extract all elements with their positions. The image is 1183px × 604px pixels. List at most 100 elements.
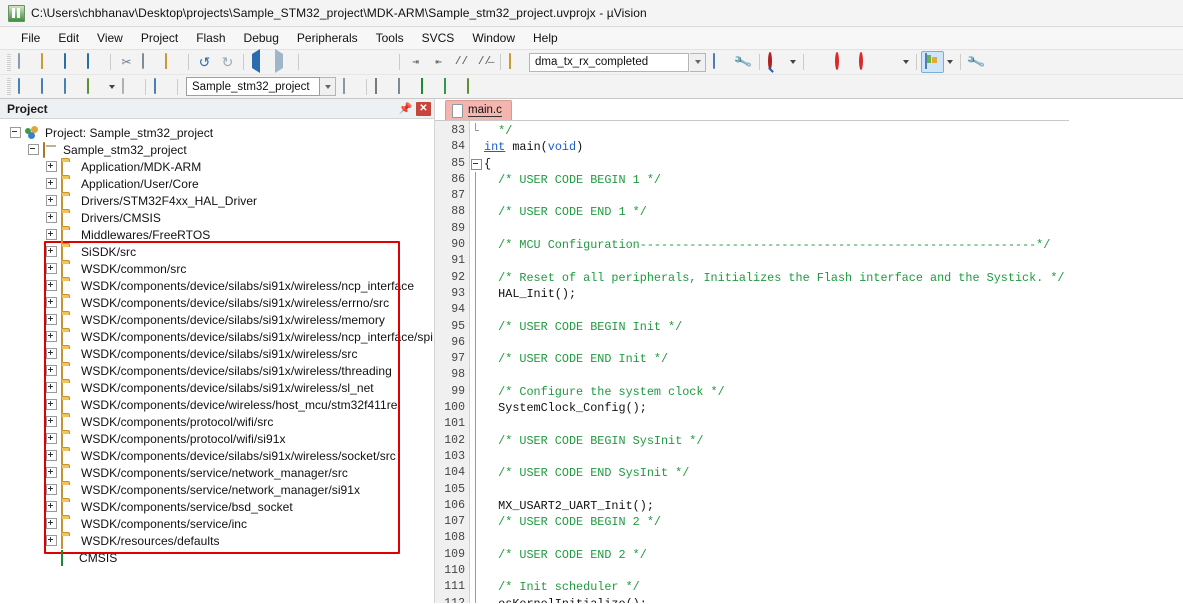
expand-icon[interactable] [46, 399, 57, 410]
menu-tools[interactable]: Tools [367, 28, 413, 48]
comment-icon[interactable]: // [450, 51, 473, 73]
expand-icon[interactable] [46, 518, 57, 529]
menu-help[interactable]: Help [524, 28, 567, 48]
start-debug-icon[interactable] [417, 76, 440, 98]
expand-icon[interactable] [46, 212, 57, 223]
pack-installer-icon[interactable] [463, 76, 486, 98]
expand-icon[interactable] [46, 314, 57, 325]
breakpoint-disable-icon[interactable] [831, 51, 854, 73]
tree-item[interactable]: WSDK/components/service/network_manager/… [0, 464, 434, 481]
target-select[interactable]: Sample_stm32_project [186, 77, 320, 96]
new-file-icon[interactable] [14, 51, 37, 73]
configure-icon[interactable]: 🔧 [732, 51, 755, 73]
bookmark-toggle-icon[interactable] [303, 51, 326, 73]
expand-icon[interactable] [46, 178, 57, 189]
menu-peripherals[interactable]: Peripherals [288, 28, 367, 48]
save-icon[interactable] [60, 51, 83, 73]
expand-icon[interactable] [46, 297, 57, 308]
tree-item[interactable]: CMSIS [0, 549, 434, 566]
tree-item[interactable]: WSDK/resources/defaults [0, 532, 434, 549]
code-fold-column[interactable] [470, 121, 484, 603]
code-area[interactable]: 8384858687888990919293949596979899100101… [435, 121, 1069, 603]
find-in-files-icon[interactable] [505, 51, 528, 73]
tree-item[interactable]: WSDK/components/service/network_manager/… [0, 481, 434, 498]
copy-icon[interactable] [138, 51, 161, 73]
tree-item[interactable]: Drivers/CMSIS [0, 209, 434, 226]
translate-icon[interactable] [14, 76, 37, 98]
bookmark-clear-icon[interactable] [372, 51, 395, 73]
expand-icon[interactable] [46, 484, 57, 495]
menu-view[interactable]: View [88, 28, 132, 48]
menu-debug[interactable]: Debug [235, 28, 288, 48]
expand-icon[interactable] [46, 195, 57, 206]
tree-item[interactable]: WSDK/components/protocol/wifi/src [0, 413, 434, 430]
tree-item[interactable]: WSDK/components/service/bsd_socket [0, 498, 434, 515]
toolbar-grip[interactable] [7, 54, 11, 71]
pin-icon[interactable]: 📌 [398, 101, 413, 116]
tree-item[interactable]: WSDK/components/device/silabs/si91x/wire… [0, 328, 434, 345]
browse-symbol-icon[interactable] [709, 51, 732, 73]
collapse-icon[interactable] [28, 144, 39, 155]
save-all-icon[interactable] [83, 51, 106, 73]
tree-item[interactable]: WSDK/components/device/silabs/si91x/wire… [0, 447, 434, 464]
expand-icon[interactable] [46, 467, 57, 478]
tab-main-c[interactable]: main.c [445, 100, 512, 120]
navigate-forward-icon[interactable] [271, 51, 294, 73]
tree-item[interactable]: WSDK/components/service/inc [0, 515, 434, 532]
uncomment-icon[interactable]: //̶ [473, 51, 496, 73]
expand-icon[interactable] [46, 263, 57, 274]
breakpoint-kill-all-icon[interactable] [877, 51, 900, 73]
expand-icon[interactable] [46, 331, 57, 342]
tree-item[interactable]: WSDK/common/src [0, 260, 434, 277]
tree-item[interactable]: Sample_stm32_project [0, 141, 434, 158]
menu-file[interactable]: File [12, 28, 49, 48]
tree-item[interactable]: WSDK/components/device/silabs/si91x/wire… [0, 294, 434, 311]
menu-window[interactable]: Window [463, 28, 524, 48]
outdent-icon[interactable]: ⇤ [427, 51, 450, 73]
configure-flash-icon[interactable] [440, 76, 463, 98]
debug-search-icon[interactable] [764, 51, 787, 73]
find-combo-dropdown[interactable] [690, 53, 706, 72]
open-file-icon[interactable] [37, 51, 60, 73]
menu-edit[interactable]: Edit [49, 28, 88, 48]
redo-icon[interactable]: ↻ [216, 51, 239, 73]
batch-build-dropdown[interactable] [106, 77, 118, 97]
configure-toolbox-icon[interactable]: 🔧 [965, 51, 988, 73]
menu-project[interactable]: Project [132, 28, 187, 48]
fold-marker[interactable] [470, 156, 484, 172]
tree-item[interactable]: Project: Sample_stm32_project [0, 124, 434, 141]
tree-item[interactable]: WSDK/components/protocol/wifi/si91x [0, 430, 434, 447]
undo-icon[interactable]: ↺ [193, 51, 216, 73]
tree-item[interactable]: Application/User/Core [0, 175, 434, 192]
expand-icon[interactable] [46, 280, 57, 291]
target-options-icon[interactable] [339, 76, 362, 98]
manage-windows-icon[interactable] [921, 51, 944, 73]
toolbar-grip[interactable] [7, 78, 11, 95]
tree-item[interactable]: WSDK/components/device/silabs/si91x/wire… [0, 311, 434, 328]
bookmark-next-icon[interactable] [349, 51, 372, 73]
expand-icon[interactable] [46, 535, 57, 546]
indent-icon[interactable]: ⇥ [404, 51, 427, 73]
manage-runtime-env-icon[interactable] [371, 76, 394, 98]
navigate-back-icon[interactable] [248, 51, 271, 73]
bookmark-prev-icon[interactable] [326, 51, 349, 73]
tree-item[interactable]: WSDK/components/device/silabs/si91x/wire… [0, 345, 434, 362]
menu-flash[interactable]: Flash [187, 28, 234, 48]
tree-item[interactable]: WSDK/components/device/silabs/si91x/wire… [0, 379, 434, 396]
close-icon[interactable]: ✕ [416, 102, 431, 116]
expand-icon[interactable] [46, 450, 57, 461]
build-target-icon[interactable] [37, 76, 60, 98]
breakpoint-set-icon[interactable] [808, 51, 831, 73]
expand-icon[interactable] [46, 229, 57, 240]
expand-icon[interactable] [46, 161, 57, 172]
tree-item[interactable]: Drivers/STM32F4xx_HAL_Driver [0, 192, 434, 209]
breakpoint-disable-all-icon[interactable] [854, 51, 877, 73]
batch-build-icon[interactable] [83, 76, 106, 98]
tree-item[interactable]: Middlewares/FreeRTOS [0, 226, 434, 243]
expand-icon[interactable] [46, 365, 57, 376]
tree-item[interactable]: Application/MDK-ARM [0, 158, 434, 175]
tree-item[interactable]: WSDK/components/device/silabs/si91x/wire… [0, 277, 434, 294]
breakpoint-dropdown[interactable] [900, 52, 912, 72]
find-input[interactable]: dma_tx_rx_completed [529, 53, 689, 72]
expand-icon[interactable] [46, 348, 57, 359]
